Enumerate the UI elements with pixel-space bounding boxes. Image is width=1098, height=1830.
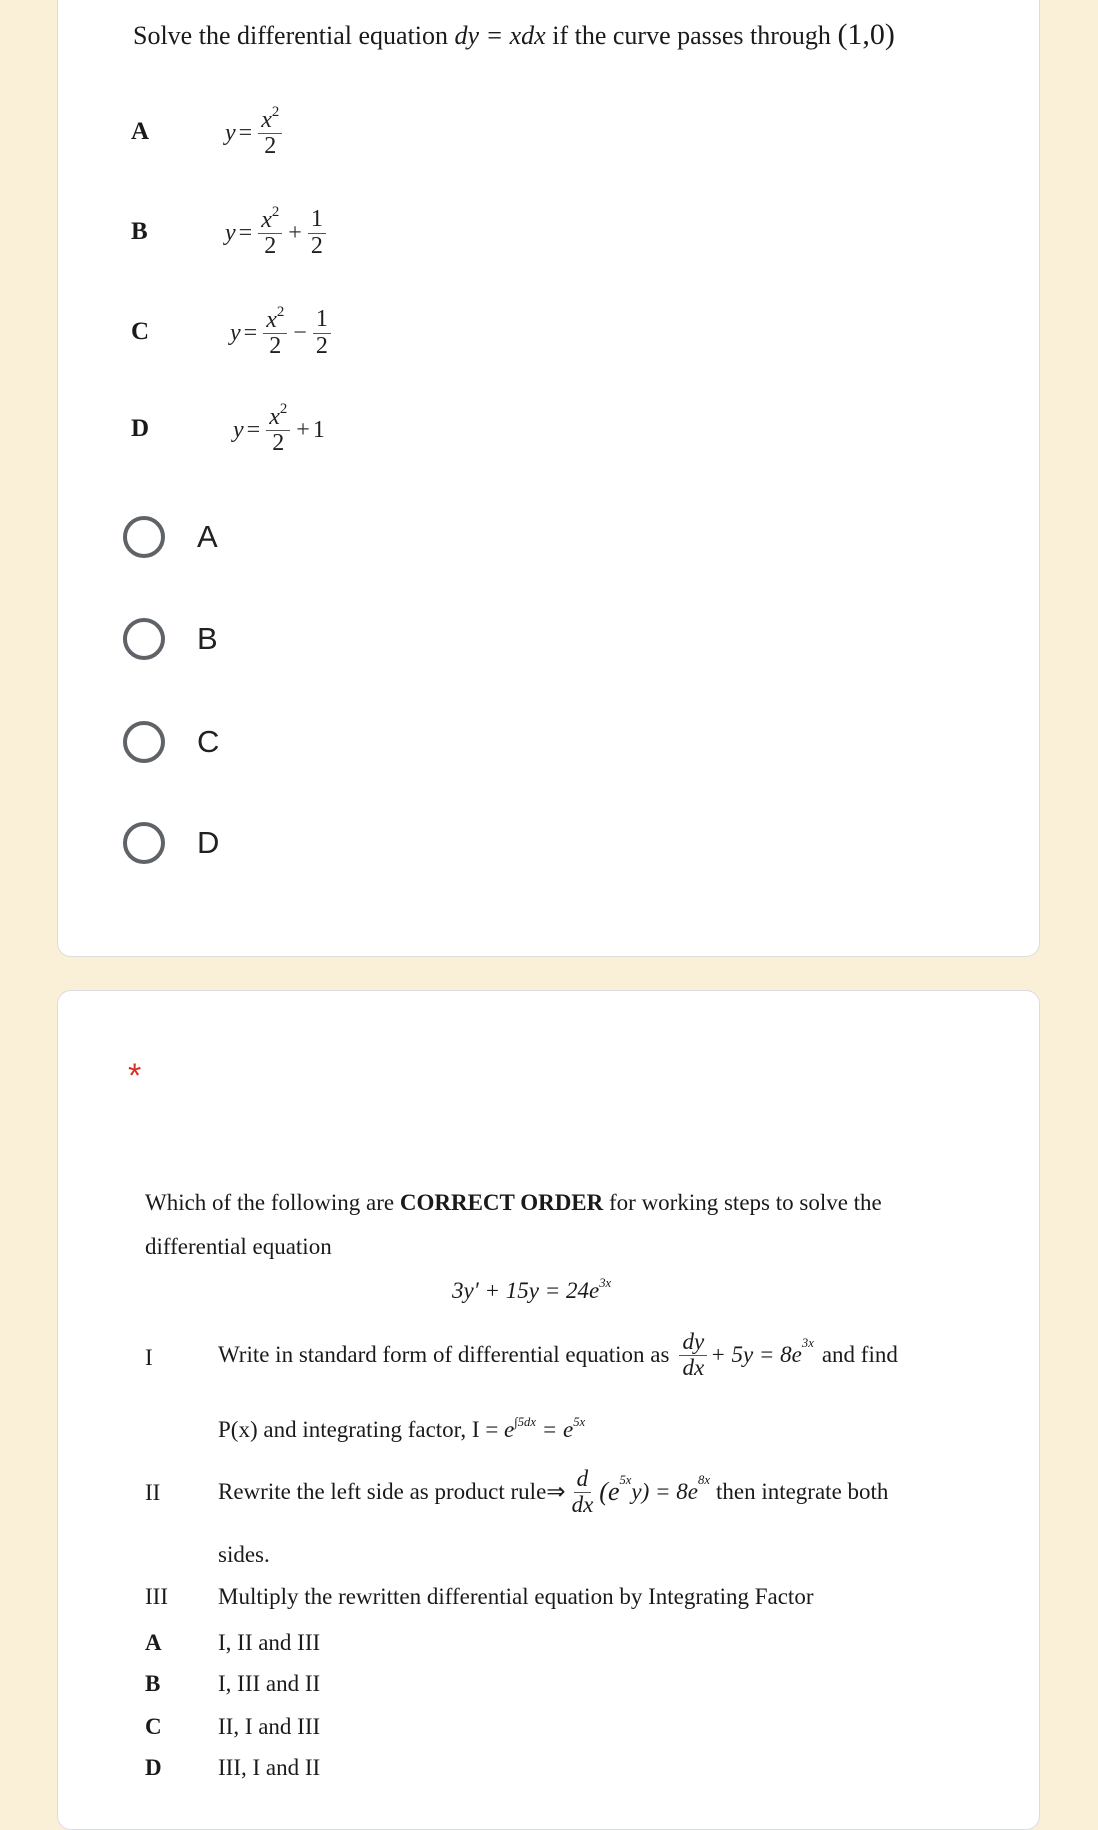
step-3-text: Multiply the rewritten differential equa… bbox=[218, 1584, 814, 1609]
fraction: x2 2 bbox=[266, 401, 291, 456]
option-letter: D bbox=[131, 415, 150, 442]
radio-circle-icon[interactable] bbox=[123, 516, 165, 558]
answer-text: I, II and III bbox=[218, 1630, 321, 1655]
question-card-1 bbox=[57, 0, 1040, 957]
title-point: (1,0) bbox=[837, 18, 895, 51]
answer-text: III, I and II bbox=[218, 1755, 321, 1780]
answer-letter: D bbox=[145, 1755, 162, 1780]
radio-option-d[interactable]: D bbox=[118, 815, 219, 871]
radio-label: D bbox=[197, 825, 220, 860]
fraction-dy-dx: dy dx bbox=[679, 1330, 708, 1379]
question-2-prompt-line2: differential equation bbox=[145, 1234, 332, 1259]
option-formula: y = x2 2−1 2 bbox=[230, 295, 334, 371]
option-letter: C bbox=[131, 318, 150, 345]
option-formula: y = x2 2 +1 2 bbox=[225, 195, 329, 271]
radio-circle-icon[interactable] bbox=[123, 721, 165, 763]
step-1-line1: Write in standard form of differential e… bbox=[218, 1329, 898, 1380]
question-1-title: Solve the differential equation dy = xdx… bbox=[133, 18, 895, 52]
answer-letter: C bbox=[145, 1714, 162, 1739]
radio-option-a[interactable]: A bbox=[118, 509, 218, 565]
step-1-line2: P(x) and integrating factor, I = e∫5dx =… bbox=[218, 1414, 586, 1442]
option-letter: B bbox=[131, 218, 148, 245]
step-numeral: III bbox=[145, 1584, 168, 1609]
radio-circle-icon[interactable] bbox=[123, 618, 165, 660]
prompt-text: for working steps to solve the bbox=[609, 1190, 882, 1215]
step-numeral: I bbox=[145, 1345, 153, 1370]
question-2-prompt-line1: Which of the following are CORRECT ORDER… bbox=[145, 1190, 882, 1216]
fraction: x2 2 bbox=[258, 204, 283, 259]
radio-label: C bbox=[197, 724, 220, 759]
title-equation: dy = xdx bbox=[454, 21, 546, 50]
title-suffix: if the curve passes through bbox=[552, 21, 831, 50]
required-asterisk: * bbox=[128, 1057, 142, 1095]
radio-option-b[interactable]: B bbox=[118, 611, 218, 667]
radio-label: B bbox=[197, 621, 218, 656]
title-prefix: Solve the differential equation bbox=[133, 21, 449, 50]
answer-letter: A bbox=[145, 1630, 162, 1655]
option-formula: y = x2 2 bbox=[225, 95, 285, 171]
step-2-line1: Rewrite the left side as product rule⇒ d… bbox=[218, 1466, 889, 1517]
radio-option-c[interactable]: C bbox=[118, 714, 219, 770]
question-2-equation: 3y′ + 15y = 24e3x bbox=[452, 1275, 612, 1303]
prompt-bold: CORRECT ORDER bbox=[399, 1190, 604, 1215]
radio-label: A bbox=[197, 519, 218, 554]
radio-circle-icon[interactable] bbox=[123, 822, 165, 864]
fraction: 12 bbox=[312, 307, 331, 358]
step-2-line2: sides. bbox=[218, 1542, 270, 1567]
fraction: 12 bbox=[307, 207, 326, 258]
option-letter: A bbox=[131, 118, 150, 145]
answer-text: II, I and III bbox=[218, 1714, 321, 1739]
step-numeral: II bbox=[145, 1480, 161, 1505]
prompt-text: Which of the following are bbox=[145, 1190, 395, 1215]
answer-text: I, III and II bbox=[218, 1671, 321, 1696]
fraction-d-dx: d dx bbox=[571, 1466, 594, 1517]
question-card-2 bbox=[57, 990, 1040, 1830]
option-formula: y = x2 2 +1 bbox=[233, 400, 325, 456]
fraction: x2 2 bbox=[258, 104, 283, 159]
fraction: x2 2 bbox=[263, 304, 288, 359]
answer-letter: B bbox=[145, 1671, 161, 1696]
